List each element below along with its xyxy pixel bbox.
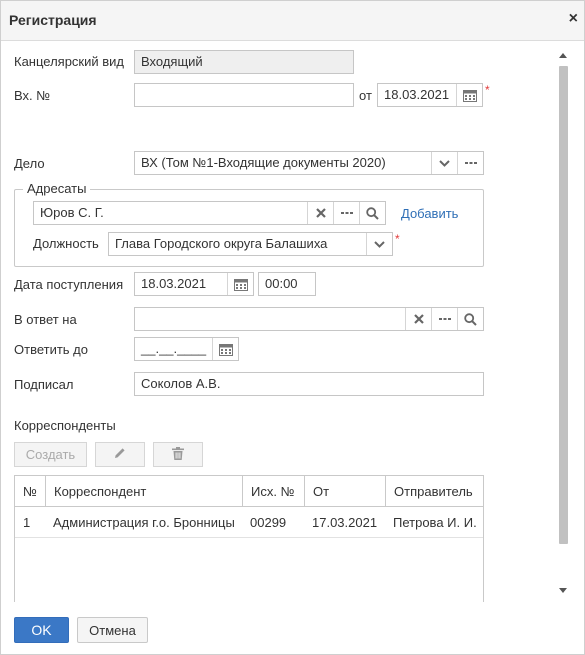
column-header-correspondent[interactable]: Корреспондент [45,476,242,507]
dialog-body: Канцелярский вид Входящий Вх. № от 18.03… [1,42,584,602]
dialog-footer: OK Отмена [1,602,584,654]
cell-sender: Петрова И. И. [393,515,477,530]
create-correspondent-button[interactable]: Создать [14,442,87,467]
reply-by-label: Ответить до [14,342,88,357]
office-type-field: Входящий [134,50,354,74]
table-row[interactable]: 1 Администрация г.о. Бронницы 00299 17.0… [15,507,483,538]
more-icon[interactable] [333,202,359,224]
addressee-person-value: Юров С. Г. [40,205,104,220]
vertical-scrollbar[interactable] [556,50,570,600]
case-label: Дело [14,156,45,171]
addressee-person-input[interactable]: Юров С. Г. [33,201,386,225]
case-select[interactable]: ВХ (Том №1-Входящие документы 2020) [134,151,484,175]
incoming-no-label: Вх. № [14,88,51,103]
scrollbar-thumb[interactable] [559,66,568,544]
scroll-down-arrow[interactable] [559,588,567,593]
signed-by-input[interactable]: Соколов А.В. [134,372,484,396]
reply-to-input[interactable] [134,307,484,331]
chevron-down-icon[interactable] [366,233,392,255]
add-addressee-link[interactable]: Добавить [401,206,458,221]
calendar-icon[interactable] [212,338,238,360]
cell-from-date: 17.03.2021 [312,515,378,530]
dialog-titlebar: Регистрация × [1,1,584,41]
trash-icon [172,446,184,463]
pencil-icon [114,447,126,462]
column-header-number[interactable]: № [15,476,45,507]
calendar-icon[interactable] [227,273,253,295]
correspondents-grid: № Корреспондент Исх. № От Отправитель 1 … [14,475,484,602]
cell-correspondent: Администрация г.о. Бронницы [53,515,235,530]
correspondents-title: Корреспонденты [14,418,116,433]
reply-by-input[interactable]: __.__.____ [134,337,239,361]
calendar-icon[interactable] [456,84,482,106]
receipt-date-input[interactable]: 18.03.2021 [134,272,254,296]
clear-icon[interactable] [307,202,333,224]
case-value: ВХ (Том №1-Входящие документы 2020) [141,155,386,170]
close-icon[interactable]: × [569,11,578,27]
search-icon[interactable] [457,308,483,330]
incoming-date-value: 18.03.2021 [384,87,450,102]
position-label: Должность [33,236,99,251]
receipt-date-label: Дата поступления [14,277,124,292]
cancel-button[interactable]: Отмена [77,617,148,643]
column-header-sender[interactable]: Отправитель [385,476,483,507]
cell-number: 1 [23,515,31,530]
position-select[interactable]: Глава Городского округа Балашиха [108,232,393,256]
more-icon[interactable] [457,152,483,174]
reply-by-value: __.__.____ [141,341,207,356]
ok-button[interactable]: OK [14,617,69,643]
search-icon[interactable] [359,202,385,224]
column-header-out-number[interactable]: Исх. № [242,476,304,507]
required-marker: * [395,232,400,246]
edit-correspondent-button[interactable] [95,442,145,467]
receipt-date-value: 18.03.2021 [141,276,207,291]
registration-dialog: Регистрация × Канцелярский вид Входящий … [0,0,585,655]
delete-correspondent-button[interactable] [153,442,203,467]
reply-to-label: В ответ на [14,312,77,327]
addressees-fieldset: Адресаты Юров С. Г. Добавить Должность Г… [14,181,484,267]
cell-out-number: 00299 [250,515,287,530]
column-header-from[interactable]: От [304,476,385,507]
incoming-date-from-label: от [359,88,372,103]
dialog-title: Регистрация [9,12,97,28]
position-value: Глава Городского округа Балашиха [115,236,328,251]
signed-by-label: Подписал [14,377,74,392]
receipt-time-input[interactable]: 00:00 [258,272,316,296]
addressees-legend: Адресаты [23,181,91,196]
required-marker: * [485,83,490,97]
more-icon[interactable] [431,308,457,330]
clear-icon[interactable] [405,308,431,330]
office-type-label: Канцелярский вид [14,54,125,69]
scroll-up-arrow[interactable] [559,53,567,58]
incoming-date-input[interactable]: 18.03.2021 [377,83,483,107]
chevron-down-icon[interactable] [431,152,457,174]
incoming-no-input[interactable] [134,83,354,107]
grid-header: № Корреспондент Исх. № От Отправитель [15,476,483,507]
